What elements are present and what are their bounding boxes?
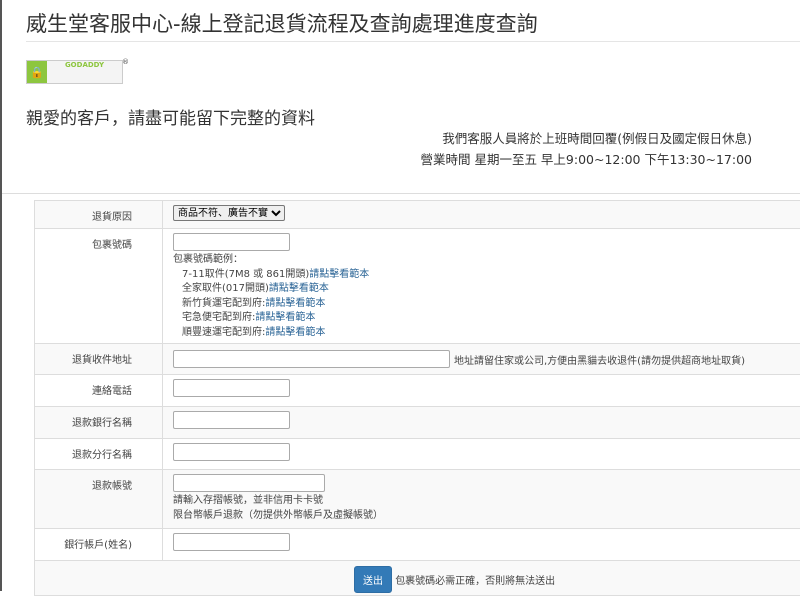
row-package: 包裹號碼 包裹號碼範例： 7-11取件(7M8 或 861開頭)請點擊看範本 全… [35,229,800,344]
example-hct: 新竹貨運宅配到府:請點擊看範本 [182,297,326,309]
branch-label: 退款分行名稱 [35,439,163,469]
example-link[interactable]: 請點擊看範本 [265,327,325,338]
service-info: 我們客服人員將於上班時間回覆(例假日及國定假日休息) 營業時間 星期一至五 早上… [420,128,752,170]
row-holder: 銀行帳戶(姓名) [35,529,800,561]
example-link[interactable]: 請點擊看範本 [255,312,315,323]
package-number-input[interactable] [173,233,290,251]
holder-label: 銀行帳戶(姓名) [35,529,163,560]
seal-text: GODADDY [64,61,105,69]
account-number-input[interactable] [173,474,325,492]
example-711: 7-11取件(7M8 或 861開頭)請點擊看範本 [182,268,370,280]
example-link[interactable]: 請點擊看範本 [265,298,325,309]
greeting-heading: 親愛的客戶，請盡可能留下完整的資料 [26,109,315,129]
row-reason: 退貨原因 商品不符、廣告不實 [35,201,800,229]
example-link[interactable]: 請點擊看範本 [269,283,329,294]
phone-label: 連絡電話 [35,375,163,406]
registered-mark: ® [122,58,129,66]
package-label: 包裹號碼 [35,229,163,343]
godaddy-seal[interactable]: 🔒 GODADDY [26,60,123,84]
row-branch: 退款分行名稱 [35,439,800,470]
address-note: 地址請留住家或公司,方便由黑貓去收退件(請勿提供超商地址取貨) [454,355,745,367]
business-hours: 營業時間 星期一至五 早上9:00~12:00 下午13:30~17:00 [420,152,752,167]
divider [2,193,800,194]
phone-input[interactable] [173,379,290,397]
account-note: 請輸入存摺帳號，並非信用卡卡號 [173,495,323,506]
bank-label: 退款銀行名稱 [35,407,163,438]
address-input[interactable] [173,350,450,368]
bank-name-input[interactable] [173,411,290,429]
example-family: 全家取件(017開頭)請點擊看範本 [182,283,329,294]
address-label: 退貨收件地址 [35,344,163,374]
account-note: 限台幣帳戶退款（勿提供外幣帳戶及虛擬帳號） [173,509,383,521]
submit-note: 包裹號碼必需正確，否則將無法送出 [395,576,556,587]
example-sf: 順豐速運宅配到府:請點擊看範本 [182,326,326,338]
row-bank: 退款銀行名稱 [35,407,800,439]
lock-icon: 🔒 [27,61,47,83]
submit-button[interactable]: 送出 [354,566,392,593]
account-label: 退款帳號 [35,470,163,528]
account-holder-input[interactable] [173,533,290,551]
package-help: 包裹號碼範例： [173,254,243,265]
divider [26,41,800,42]
example-tcat: 宅急便宅配到府:請點擊看範本 [182,312,316,323]
reason-label: 退貨原因 [35,201,163,228]
row-phone: 連絡電話 [35,375,800,407]
service-hours-note: 我們客服人員將於上班時間回覆(例假日及國定假日休息) [442,131,752,146]
reason-select[interactable]: 商品不符、廣告不實 [173,205,285,221]
row-account: 退款帳號 請輸入存摺帳號，並非信用卡卡號限台幣帳戶退款（勿提供外幣帳戶及虛擬帳號… [35,470,800,529]
page-title: 威生堂客服中心-線上登記退貨流程及查詢處理進度查詢 [26,12,538,36]
example-link[interactable]: 請點擊看範本 [309,269,369,280]
row-address: 退貨收件地址 地址請留住家或公司,方便由黑貓去收退件(請勿提供超商地址取貨) [35,344,800,375]
branch-name-input[interactable] [173,443,290,461]
return-form: 退貨原因 商品不符、廣告不實 包裹號碼 包裹號碼範例： 7-11取件(7M8 或… [34,200,800,596]
